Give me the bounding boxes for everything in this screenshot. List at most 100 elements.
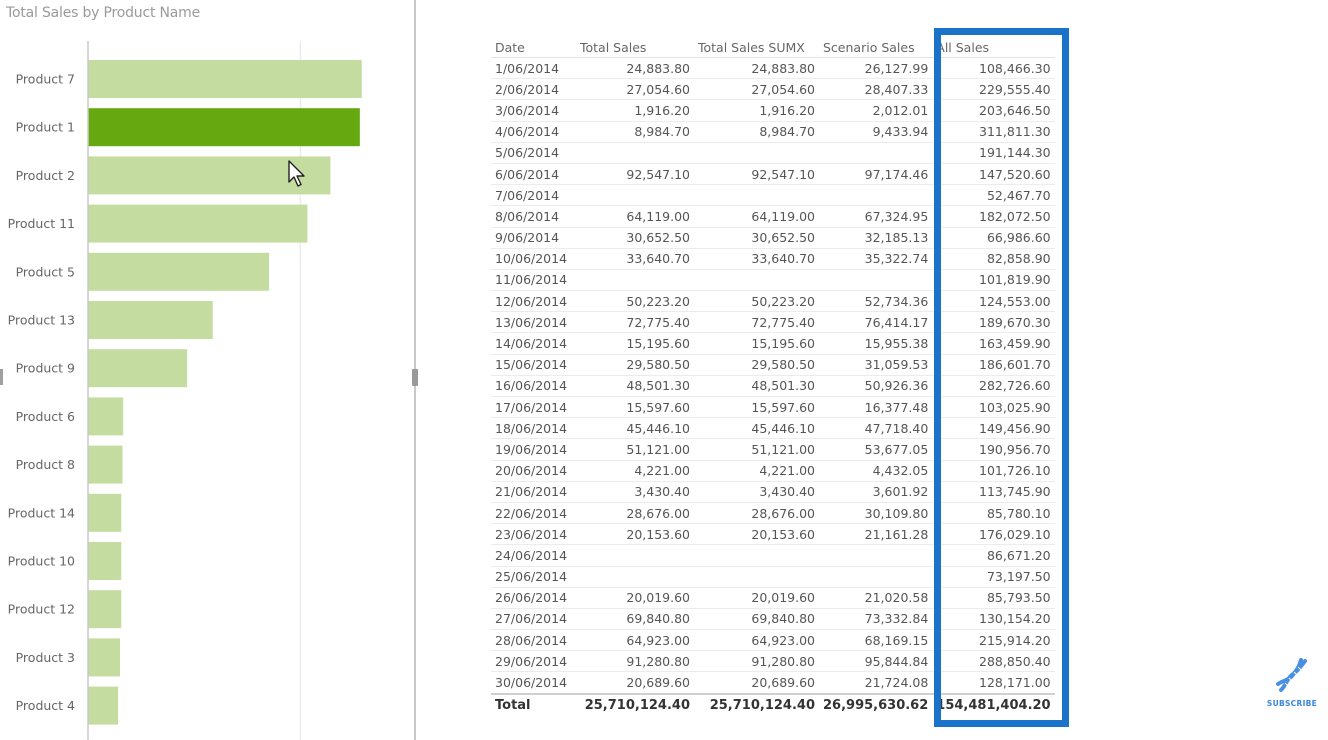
all-sales-cell: 108,466.30 bbox=[932, 57, 1055, 80]
table-row[interactable]: 25/06/2014 73,197.50 bbox=[491, 566, 1055, 588]
date-cell: 7/06/2014 bbox=[491, 184, 576, 207]
table-row[interactable]: 22/06/2014 28,676.00 28,676.00 30,109.80 85,… bbox=[491, 502, 1055, 525]
category-label[interactable]: Product 11 bbox=[8, 216, 75, 231]
resize-handle[interactable] bbox=[412, 369, 418, 386]
category-label[interactable]: Product 9 bbox=[16, 361, 75, 376]
all-sales-cell: 149,456.90 bbox=[932, 417, 1055, 440]
column-header-scenario-sales[interactable]: Scenario Sales bbox=[819, 37, 933, 58]
category-label[interactable]: Product 7 bbox=[16, 72, 75, 87]
total-sales-sumx-cell: 20,689.60 bbox=[694, 671, 819, 695]
scenario-sales-cell: 21,724.08 bbox=[819, 671, 933, 695]
all-sales-cell: 85,780.10 bbox=[932, 502, 1055, 525]
total-sales-cell bbox=[576, 544, 694, 567]
table-row[interactable]: 12/06/2014 50,223.20 50,223.20 52,734.36 124… bbox=[491, 290, 1055, 313]
table-row[interactable]: 10/06/2014 33,640.70 33,640.70 35,322.74 82,… bbox=[491, 248, 1055, 270]
category-label[interactable]: Product 8 bbox=[16, 457, 75, 472]
total-sales-sumx-cell bbox=[694, 184, 819, 207]
bar-product-9[interactable] bbox=[88, 349, 188, 388]
resize-handle-left[interactable] bbox=[0, 369, 3, 385]
table-row[interactable]: 27/06/2014 69,840.80 69,840.80 73,332.84 130… bbox=[491, 608, 1055, 631]
bar-product-7[interactable] bbox=[88, 60, 362, 98]
category-label[interactable]: Product 12 bbox=[8, 602, 75, 617]
table-row[interactable]: 21/06/2014 3,430.40 3,430.40 3,601.92 113,74… bbox=[491, 481, 1055, 503]
category-label[interactable]: Product 13 bbox=[8, 313, 75, 328]
table-row[interactable]: 24/06/2014 86,671.20 bbox=[491, 544, 1055, 567]
table-row[interactable]: 29/06/2014 91,280.80 91,280.80 95,844.84 288… bbox=[491, 650, 1055, 673]
bar-product-4[interactable] bbox=[88, 686, 119, 725]
category-label[interactable]: Product 4 bbox=[16, 698, 75, 713]
table-row[interactable]: 11/06/2014 101,819.90 bbox=[491, 269, 1055, 292]
table-row[interactable]: 4/06/2014 8,984.70 8,984.70 9,433.94 311,811… bbox=[491, 121, 1055, 143]
bar-product-3[interactable] bbox=[88, 638, 120, 677]
scenario-sales-cell: 21,161.28 bbox=[819, 523, 933, 546]
table-row[interactable]: 6/06/2014 92,547.10 92,547.10 97,174.46 147,… bbox=[491, 163, 1055, 186]
total-sales-sumx-cell: 45,446.10 bbox=[694, 417, 819, 440]
category-label[interactable]: Product 2 bbox=[16, 168, 75, 183]
total-sales-cell bbox=[576, 269, 694, 292]
bar-product-8[interactable] bbox=[88, 445, 123, 484]
table-row[interactable]: 13/06/2014 72,775.40 72,775.40 76,414.17 189… bbox=[491, 311, 1055, 334]
table-row[interactable]: 20/06/2014 4,221.00 4,221.00 4,432.05 101,72… bbox=[491, 460, 1055, 482]
scenario-sales-cell: 9,433.94 bbox=[819, 121, 933, 143]
subscribe-badge[interactable]: SUBSCRIBE bbox=[1262, 658, 1322, 708]
date-cell: 29/06/2014 bbox=[491, 650, 576, 673]
table-row[interactable]: 14/06/2014 15,195.60 15,195.60 15,955.38 163… bbox=[491, 332, 1055, 355]
total-sales-cell: 3,430.40 bbox=[576, 481, 694, 503]
column-header-all-sales[interactable]: All Sales bbox=[932, 37, 1055, 58]
category-label[interactable]: Product 5 bbox=[16, 264, 75, 279]
table-row[interactable]: 7/06/2014 52,467.70 bbox=[491, 184, 1055, 207]
table-row[interactable]: 28/06/2014 64,923.00 64,923.00 68,169.15 215… bbox=[491, 629, 1055, 652]
bar-product-6[interactable] bbox=[88, 397, 124, 436]
total-sales-sumx-cell: 27,054.60 bbox=[694, 78, 819, 101]
category-label[interactable]: Product 14 bbox=[8, 505, 75, 520]
total-sales-sumx-cell bbox=[694, 142, 819, 164]
category-label[interactable]: Product 3 bbox=[16, 650, 75, 665]
scenario-sales-cell: 2,012.01 bbox=[819, 99, 933, 122]
column-header-total-sales-sumx[interactable]: Total Sales SUMX bbox=[694, 37, 819, 58]
total-sales-cell: 4,221.00 bbox=[576, 460, 694, 482]
all-sales-cell: 176,029.10 bbox=[932, 523, 1055, 546]
table-row[interactable]: 16/06/2014 48,501.30 48,501.30 50,926.36 282… bbox=[491, 375, 1055, 398]
total-sales-sumx-cell: 72,775.40 bbox=[694, 311, 819, 334]
bar-product-11[interactable] bbox=[88, 204, 308, 243]
bar-product-1[interactable] bbox=[88, 108, 360, 147]
total-sales-sumx-cell: 48,501.30 bbox=[694, 375, 819, 398]
bar-chart-visual[interactable]: Total Sales by Product Name Product 7 Pro… bbox=[0, 0, 415, 740]
total-sales-cell: 20,689.60 bbox=[576, 671, 694, 695]
table-row[interactable]: 30/06/2014 20,689.60 20,689.60 21,724.08 128… bbox=[491, 671, 1055, 695]
bar-product-5[interactable] bbox=[88, 252, 270, 291]
date-cell: 6/06/2014 bbox=[491, 163, 576, 186]
column-header-date[interactable]: Date bbox=[491, 37, 576, 58]
table-row[interactable]: 23/06/2014 20,153.60 20,153.60 21,161.28 176… bbox=[491, 523, 1055, 546]
date-cell: 4/06/2014 bbox=[491, 121, 576, 143]
scenario-sales-cell: 35,322.74 bbox=[819, 248, 933, 270]
all-sales-cell: 82,858.90 bbox=[932, 248, 1055, 270]
scenario-sales-cell: 52,734.36 bbox=[819, 290, 933, 313]
scenario-sales-cell: 30,109.80 bbox=[819, 502, 933, 525]
table-row[interactable]: 18/06/2014 45,446.10 45,446.10 47,718.40 149… bbox=[491, 417, 1055, 440]
date-cell: 15/06/2014 bbox=[491, 354, 576, 376]
table-row[interactable]: 19/06/2014 51,121.00 51,121.00 53,677.05 190… bbox=[491, 438, 1055, 461]
table-row[interactable]: 3/06/2014 1,916.20 1,916.20 2,012.01 203,646… bbox=[491, 99, 1055, 122]
category-label[interactable]: Product 10 bbox=[8, 554, 75, 569]
table-row[interactable]: 17/06/2014 15,597.60 15,597.60 16,377.48 103… bbox=[491, 396, 1055, 419]
category-label[interactable]: Product 1 bbox=[16, 120, 75, 135]
table-row[interactable]: 9/06/2014 30,652.50 30,652.50 32,185.13 66,9… bbox=[491, 227, 1055, 249]
table-row[interactable]: 1/06/2014 24,883.80 24,883.80 26,127.99 108,… bbox=[491, 57, 1055, 80]
date-cell: 27/06/2014 bbox=[491, 608, 576, 631]
table-row[interactable]: 15/06/2014 29,580.50 29,580.50 31,059.53 186… bbox=[491, 354, 1055, 376]
category-label[interactable]: Product 6 bbox=[16, 409, 75, 424]
table-row[interactable]: 2/06/2014 27,054.60 27,054.60 28,407.33 229,… bbox=[491, 78, 1055, 101]
table-row[interactable]: 5/06/2014 191,144.30 bbox=[491, 142, 1055, 164]
scenario-sales-cell: 16,377.48 bbox=[819, 396, 933, 419]
bar-product-12[interactable] bbox=[88, 590, 122, 629]
all-sales-total: 154,481,404.20 bbox=[932, 692, 1055, 717]
bar-product-13[interactable] bbox=[88, 301, 213, 339]
column-header-total-sales[interactable]: Total Sales bbox=[576, 37, 694, 58]
table-row[interactable]: 8/06/2014 64,119.00 64,119.00 67,324.95 182,… bbox=[491, 205, 1055, 228]
bar-product-10[interactable] bbox=[88, 542, 122, 580]
bar-product-14[interactable] bbox=[88, 493, 122, 532]
date-cell: 3/06/2014 bbox=[491, 99, 576, 122]
table-row[interactable]: 26/06/2014 20,019.60 20,019.60 21,020.58 85,… bbox=[491, 587, 1055, 609]
matrix-table-visual[interactable]: Date Total Sales Total Sales SUMX Scenar… bbox=[491, 37, 1055, 717]
